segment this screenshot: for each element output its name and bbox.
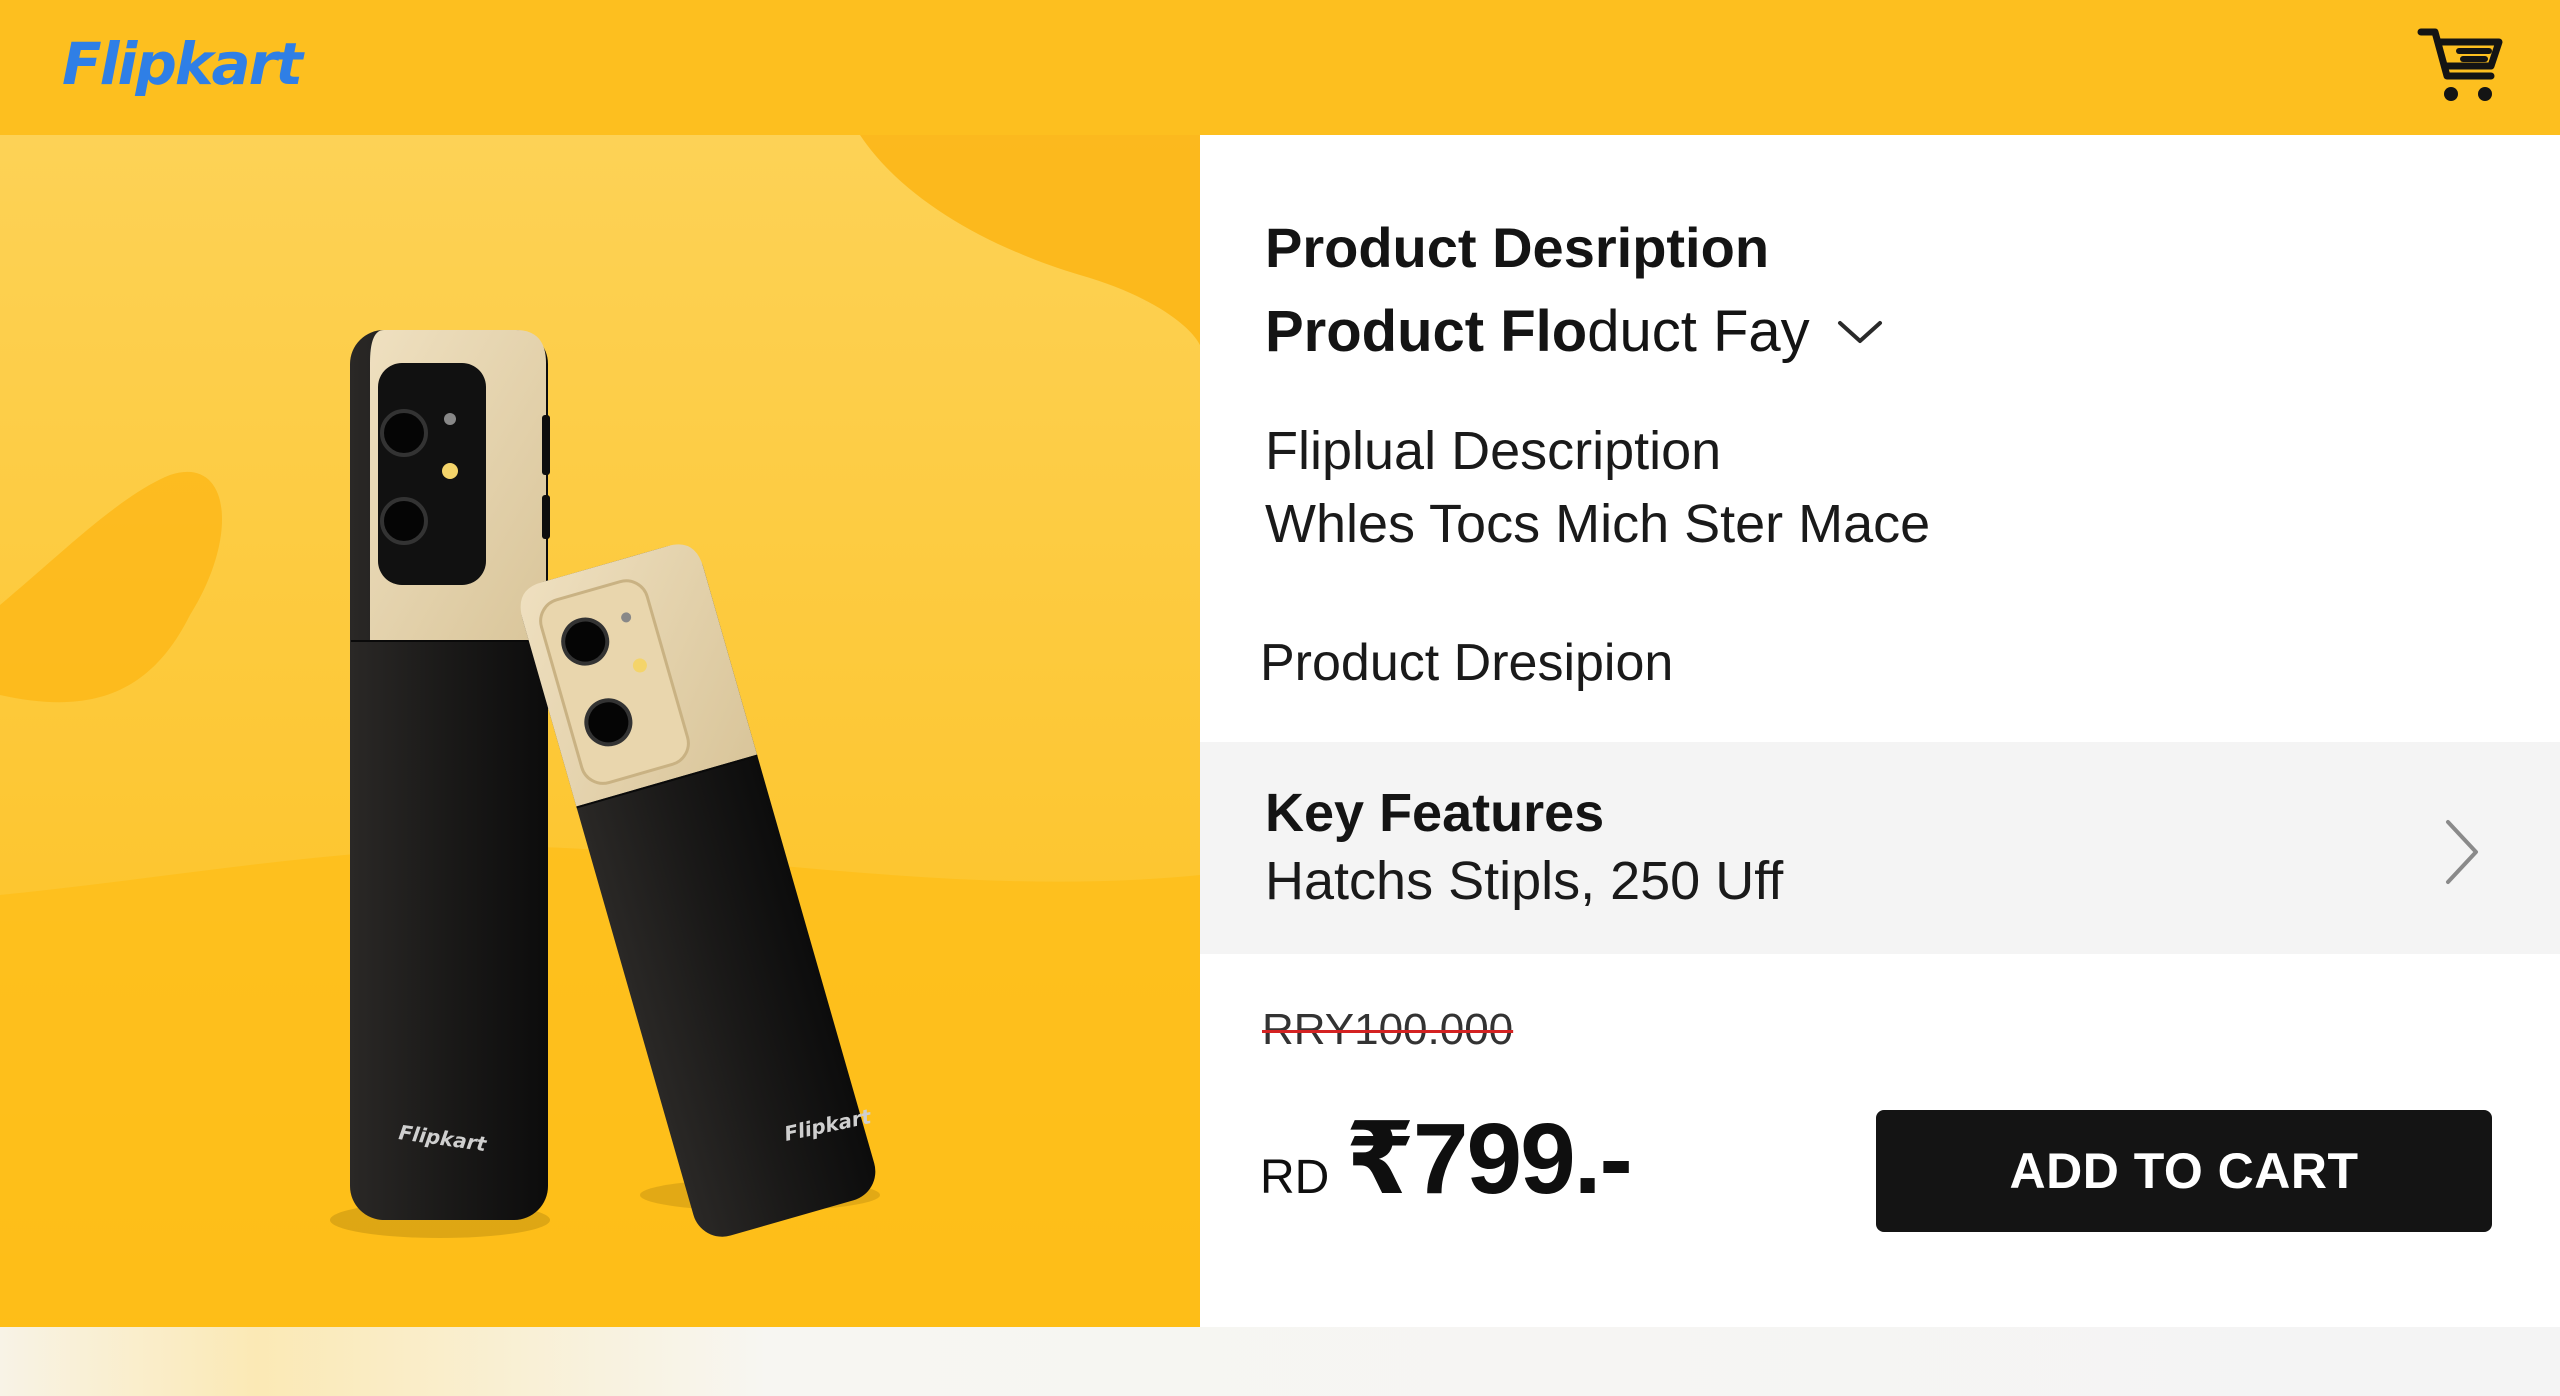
description-line-3: Product Dresipion: [1260, 634, 1674, 692]
cart-icon[interactable]: [2415, 18, 2507, 110]
variant-label-rest: duct Fay: [1587, 299, 1810, 364]
flipkart-logo[interactable]: Flipkart: [62, 30, 303, 98]
price-amount: ₹799.-: [1345, 1103, 1633, 1215]
description-line-1: Fliplual Description: [1265, 421, 1722, 481]
add-to-cart-button[interactable]: ADD TO CART: [1876, 1110, 2492, 1232]
key-features-row[interactable]: Key Features Hatchs Stipls, 250 Uff: [1200, 742, 2560, 954]
bottom-strip: [0, 1327, 2560, 1396]
product-details-panel: Product Desription Product Flo duct Fay F…: [1200, 135, 2560, 1327]
chevron-down-icon: [1837, 320, 1882, 343]
description-line-2: Whles Tocs Mich Ster Mace: [1265, 494, 1931, 554]
chevron-right-icon: [2446, 820, 2478, 884]
top-bar: Flipkart: [0, 0, 2560, 135]
product-image: Flipkart Flipkart: [0, 135, 1200, 1327]
currency-label: RD: [1260, 1151, 1330, 1204]
current-price: RD ₹799.-: [1260, 1100, 1633, 1217]
original-price: RRY100.000: [1262, 1005, 1514, 1054]
phone-left: [350, 330, 550, 1220]
product-title: Product Desription: [1265, 216, 1770, 279]
variant-selector[interactable]: Product Flo duct Fay: [1265, 298, 1884, 365]
variant-label-bold: Product Flo: [1265, 299, 1588, 364]
key-features-subtitle: Hatchs Stipls, 250 Uff: [1265, 851, 1784, 911]
key-features-title: Key Features: [1265, 783, 1605, 843]
